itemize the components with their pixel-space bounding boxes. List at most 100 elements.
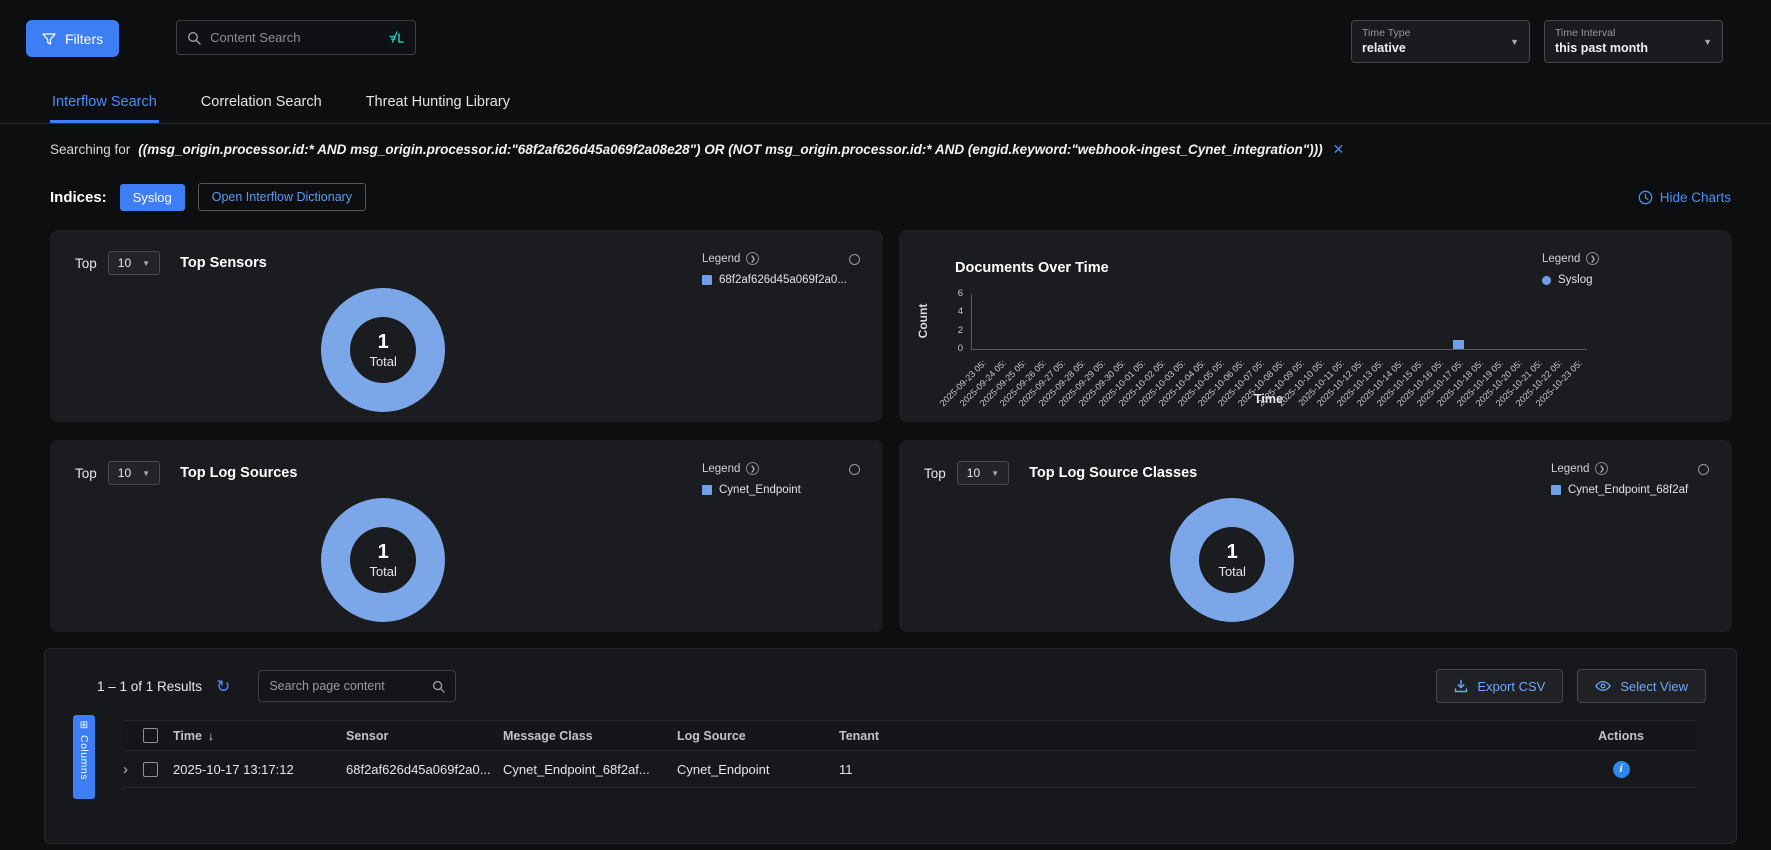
panel-title: Top Sensors [180,255,267,271]
interflow-logo-icon[interactable] [389,31,405,45]
indices-label: Indices: [50,189,107,206]
indices-bar: Indices: Syslog Open Interflow Dictionar… [0,158,1771,211]
columns-label: Columns [78,735,90,780]
legend-item-syslog[interactable]: Syslog [1542,274,1632,286]
panel-top-log-sources: Top 10 ▼ Top Log Sources Legend ❯ Cynet_… [50,440,883,632]
open-interflow-dictionary-button[interactable]: Open Interflow Dictionary [198,183,366,211]
columns-button[interactable]: ⊞ Columns [73,715,95,799]
hide-charts-icon [1638,190,1653,205]
y-axis-ticks: 6420 [937,288,963,354]
legend-item-sensor[interactable]: 68f2af626d45a069f2a0... [702,274,852,286]
cell-tenant: 11 [839,762,1546,777]
results-panel: 1 – 1 of 1 Results ↻ Export CSV Select V… [44,648,1737,844]
top-label: Top [924,466,946,481]
legend-collapse-icon[interactable]: ❯ [1586,252,1599,265]
time-controls: Time Type relative ▼ Time Interval this … [1351,20,1723,63]
panel-top-sensors: Top 10 ▼ Top Sensors Legend ❯ 68f2af626d… [50,230,883,422]
column-header-actions: Actions [1598,729,1644,743]
time-type-label: Time Type [1362,27,1410,41]
documents-bar-chart[interactable] [971,294,1587,350]
panel-options-icon[interactable] [1698,464,1709,475]
column-header-tenant[interactable]: Tenant [839,729,1546,743]
query-bar: Searching for ((msg_origin.processor.id:… [0,124,1771,158]
column-header-message-class[interactable]: Message Class [503,729,677,743]
top-log-sources-donut-chart[interactable]: 1 Total [321,498,445,622]
charts-grid: Top 10 ▼ Top Sensors Legend ❯ 68f2af626d… [50,230,1732,632]
panel-title: Top Log Sources [180,465,297,481]
clear-query-icon[interactable]: ✕ [1333,141,1345,158]
export-csv-button[interactable]: Export CSV [1436,669,1563,703]
eye-icon [1595,680,1611,692]
app-root: Filters Time Type relative ▼ Time Inter [0,0,1771,850]
top-count-select[interactable]: 10 ▼ [108,461,160,485]
y-tick-label: 0 [958,343,963,354]
legend-label: Legend [702,253,740,265]
cell-sensor: 68f2af626d45a069f2a0... [346,762,503,777]
refresh-icon[interactable]: ↻ [216,678,230,695]
panel-options-icon[interactable] [849,254,860,265]
top-count-select[interactable]: 10 ▼ [108,251,160,275]
panel-title: Documents Over Time [955,260,1109,276]
hide-charts-label: Hide Charts [1660,190,1731,205]
tab-bar: Interflow Search Correlation Search Thre… [0,85,1771,124]
column-header-sensor[interactable]: Sensor [346,729,503,743]
filters-button[interactable]: Filters [26,20,119,57]
panel-documents-over-time: Documents Over Time Legend ❯ Syslog Coun… [899,230,1732,422]
time-interval-value: this past month [1555,40,1648,56]
legend-swatch-icon [1542,276,1551,285]
donut-total-label: Total [369,354,396,369]
results-table: Time ↓ Sensor Message Class Log Source T… [123,720,1696,788]
results-count: 1 – 1 of 1 Results [97,679,202,694]
legend-collapse-icon[interactable]: ❯ [746,252,759,265]
page-content-search-input[interactable] [269,679,424,693]
table-header-row: Time ↓ Sensor Message Class Log Source T… [123,720,1696,751]
time-interval-select[interactable]: Time Interval this past month ▼ [1544,20,1723,63]
tab-threat-hunting-library[interactable]: Threat Hunting Library [364,85,512,123]
search-icon [432,680,445,693]
info-icon[interactable]: i [1613,761,1630,778]
column-header-log-source[interactable]: Log Source [677,729,839,743]
legend-label: Legend [702,463,740,475]
filter-icon [42,32,56,46]
tab-correlation-search[interactable]: Correlation Search [199,85,324,123]
hide-charts-link[interactable]: Hide Charts [1638,190,1731,205]
download-icon [1454,679,1468,693]
top-log-source-classes-donut-chart[interactable]: 1 Total [1170,498,1294,622]
y-tick-label: 4 [958,306,963,317]
panel-options-icon[interactable] [849,464,860,475]
query-text: ((msg_origin.processor.id:* AND msg_orig… [138,142,1322,157]
legend-item-log-source-class[interactable]: Cynet_Endpoint_68f2af [1551,484,1701,496]
time-type-value: relative [1362,40,1410,56]
top-count-select[interactable]: 10 ▼ [957,461,1009,485]
donut-total-value: 1 [1227,542,1238,562]
top-sensors-donut-chart[interactable]: 1 Total [321,288,445,412]
legend: Legend ❯ Syslog [1542,252,1632,286]
legend-collapse-icon[interactable]: ❯ [1595,462,1608,475]
table-row[interactable]: › 2025-10-17 13:17:12 68f2af626d45a069f2… [123,751,1696,788]
top-label: Top [75,466,97,481]
select-view-button[interactable]: Select View [1577,669,1706,703]
chevron-down-icon: ▼ [142,259,150,268]
legend-label: Legend [1542,253,1580,265]
chevron-down-icon: ▼ [1510,37,1519,47]
content-search-input[interactable] [210,30,380,45]
tab-interflow-search[interactable]: Interflow Search [50,85,159,123]
time-type-select[interactable]: Time Type relative ▼ [1351,20,1530,63]
column-header-time[interactable]: Time ↓ [173,729,346,743]
select-all-checkbox[interactable] [143,728,158,743]
x-axis-label: Time [1254,392,1283,406]
legend: Legend ❯ Cynet_Endpoint_68f2af [1551,462,1701,496]
bar-2025-10-17 05:[interactable] [1453,340,1464,349]
top-count-value: 10 [967,466,980,480]
legend-item-log-source[interactable]: Cynet_Endpoint [702,484,852,496]
row-checkbox[interactable] [143,762,158,777]
cell-message-class: Cynet_Endpoint_68f2af... [503,762,677,777]
donut-total-label: Total [1218,564,1245,579]
legend-label: Legend [1551,463,1589,475]
top-label: Top [75,256,97,271]
syslog-index-button[interactable]: Syslog [120,184,185,211]
y-axis-label: Count [916,291,930,351]
legend-collapse-icon[interactable]: ❯ [746,462,759,475]
expand-row-icon[interactable]: › [123,761,143,778]
legend-swatch-icon [702,485,712,495]
